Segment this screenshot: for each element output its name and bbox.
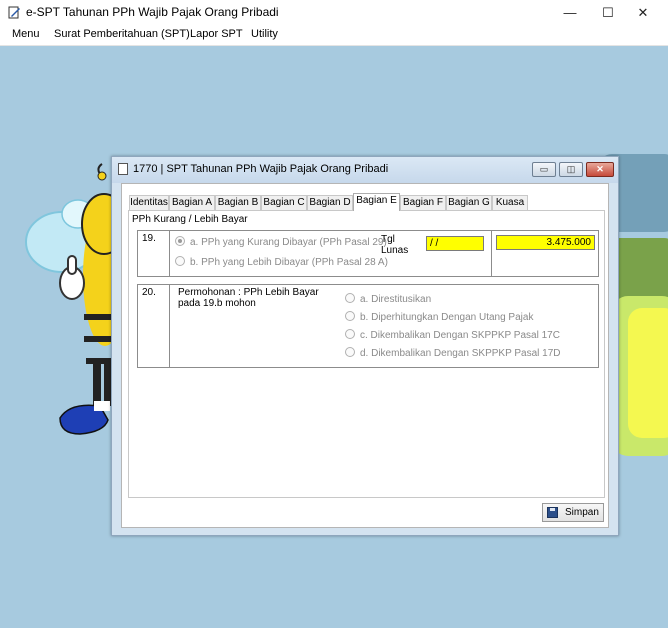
tab-panel-bagian-e: PPh Kurang / Lebih Bayar 19. a. PPh yang… [128, 210, 605, 498]
menubar: Menu Surat Pemberitahuan (SPT) Lapor SPT… [0, 25, 668, 46]
row-19-number: 19. [142, 233, 156, 244]
app-document-icon [8, 6, 20, 19]
row-19: 19. a. PPh yang Kurang Dibayar (PPh Pasa… [137, 230, 599, 277]
option-direstitusikan[interactable]: a. Direstitusikan [345, 293, 431, 305]
option-direstitusikan-label: a. Direstitusikan [360, 294, 432, 305]
dialog-restore-button[interactable]: ◫ [559, 162, 583, 177]
tgl-lunas-field[interactable]: / / [426, 236, 484, 251]
row-divider [169, 231, 170, 276]
dialog-titlebar: 1770 | SPT Tahunan PPh Wajib Pajak Orang… [112, 157, 618, 183]
tab-bagian-c[interactable]: Bagian C [261, 195, 307, 210]
spt-dialog: 1770 | SPT Tahunan PPh Wajib Pajak Orang… [111, 156, 619, 536]
tab-kuasa[interactable]: Kuasa [492, 195, 528, 210]
option-diperhitungkan-label: b. Diperhitungkan Dengan Utang Pajak [360, 312, 534, 323]
document-icon [118, 163, 128, 175]
option-skppkp-17d-label: d. Dikembalikan Dengan SKPPKP Pasal 17D [360, 348, 561, 359]
radio-kurang-dibayar[interactable] [175, 236, 185, 246]
dialog-minimize-button[interactable]: ▭ [532, 162, 556, 177]
window-titlebar: e-SPT Tahunan PPh Wajib Pajak Orang Prib… [0, 0, 668, 25]
menu-item-surat-pemberitahuan[interactable]: Surat Pemberitahuan (SPT) [54, 28, 190, 40]
tab-bagian-a[interactable]: Bagian A [169, 195, 215, 210]
tab-bagian-b[interactable]: Bagian B [215, 195, 261, 210]
tab-bagian-d[interactable]: Bagian D [307, 195, 353, 210]
radio-skppkp-17d[interactable] [345, 347, 355, 357]
amount-field[interactable]: 3.475.000 [496, 235, 595, 250]
radio-lebih-dibayar[interactable] [175, 256, 185, 266]
maximize-button[interactable]: ☐ [590, 0, 626, 25]
option-lebih-dibayar[interactable]: b. PPh yang Lebih Dibayar (PPh Pasal 28 … [175, 256, 388, 268]
minimize-button[interactable]: — [552, 0, 588, 25]
row-divider [169, 285, 170, 367]
simpan-label: Simpan [565, 507, 599, 518]
dialog-body: Identitas Bagian A Bagian B Bagian C Bag… [121, 183, 609, 528]
simpan-button[interactable]: Simpan [542, 503, 604, 522]
option-skppkp-17c[interactable]: c. Dikembalikan Dengan SKPPKP Pasal 17C [345, 329, 560, 341]
tab-bagian-f[interactable]: Bagian F [400, 195, 446, 210]
row-20-number: 20. [142, 287, 156, 298]
tab-identitas[interactable]: Identitas [129, 195, 169, 210]
option-skppkp-17c-label: c. Dikembalikan Dengan SKPPKP Pasal 17C [360, 330, 560, 341]
tab-bagian-g[interactable]: Bagian G [446, 195, 492, 210]
close-button[interactable]: ✕ [625, 0, 661, 25]
window-title: e-SPT Tahunan PPh Wajib Pajak Orang Prib… [26, 5, 279, 19]
option-skppkp-17d[interactable]: d. Dikembalikan Dengan SKPPKP Pasal 17D [345, 347, 560, 359]
radio-skppkp-17c[interactable] [345, 329, 355, 339]
row-divider [491, 231, 492, 276]
dialog-title: 1770 | SPT Tahunan PPh Wajib Pajak Orang… [133, 163, 389, 175]
option-kurang-dibayar[interactable]: a. PPh yang Kurang Dibayar (PPh Pasal 29… [175, 236, 387, 248]
radio-direstitusikan[interactable] [345, 293, 355, 303]
section-label: PPh Kurang / Lebih Bayar [132, 214, 248, 225]
tgl-lunas-label: Tgl Lunas [381, 234, 409, 256]
floppy-disk-icon [547, 507, 558, 518]
menu-item-menu[interactable]: Menu [12, 28, 40, 40]
menu-item-lapor-spt[interactable]: Lapor SPT [190, 28, 243, 40]
option-diperhitungkan[interactable]: b. Diperhitungkan Dengan Utang Pajak [345, 311, 533, 323]
radio-diperhitungkan[interactable] [345, 311, 355, 321]
desktop-area: 1770 | SPT Tahunan PPh Wajib Pajak Orang… [0, 46, 668, 628]
dialog-close-button[interactable]: ✕ [586, 162, 614, 177]
tab-bagian-e[interactable]: Bagian E [353, 193, 400, 211]
permohonan-label: Permohonan : PPh Lebih Bayar pada 19.b m… [178, 287, 319, 309]
option-kurang-dibayar-label: a. PPh yang Kurang Dibayar (PPh Pasal 29… [190, 237, 387, 248]
row-20: 20. Permohonan : PPh Lebih Bayar pada 19… [137, 284, 599, 368]
option-lebih-dibayar-label: b. PPh yang Lebih Dibayar (PPh Pasal 28 … [190, 257, 388, 268]
menu-item-utility[interactable]: Utility [251, 28, 278, 40]
